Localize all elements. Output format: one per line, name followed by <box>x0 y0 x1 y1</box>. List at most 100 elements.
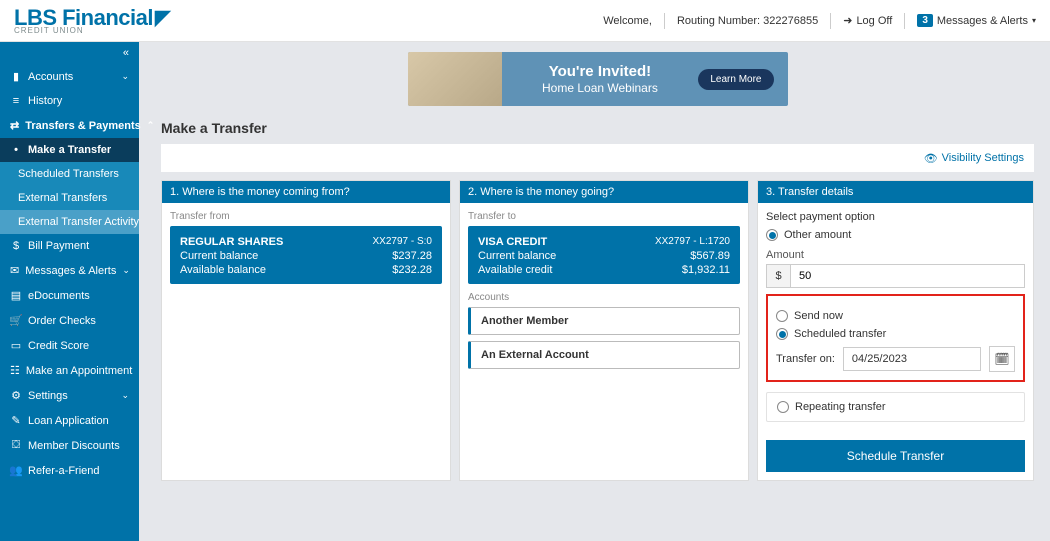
panel-header: 1. Where is the money coming from? <box>162 181 450 203</box>
payment-option-label: Select payment option <box>766 211 1025 223</box>
routing-number: Routing Number: 322276855 <box>677 15 818 27</box>
currency-prefix: $ <box>767 265 791 287</box>
accounts-section-label: Accounts <box>468 292 740 303</box>
toolbar: 👁Visibility Settings <box>161 144 1034 172</box>
current-balance-label: Current balance <box>180 250 258 262</box>
sidebar-item-order-checks[interactable]: 🛒Order Checks <box>0 308 139 333</box>
calendar-icon: 🗓 <box>994 352 1009 366</box>
sidebar-item-external-transfers[interactable]: External Transfers <box>0 186 139 210</box>
current-balance-label: Current balance <box>478 250 556 262</box>
promo-title: You're Invited! <box>502 63 699 81</box>
chevron-down-icon: ⌄ <box>121 390 129 401</box>
transfer-from-panel: 1. Where is the money coming from? Trans… <box>161 180 451 481</box>
card-icon: ▭ <box>10 339 22 352</box>
from-account-name: REGULAR SHARES <box>180 236 283 248</box>
to-account-card[interactable]: VISA CREDIT XX2797 - L:1720 Current balan… <box>468 226 740 284</box>
other-amount-radio[interactable]: Other amount <box>766 229 1025 241</box>
cart-icon: 🛒 <box>10 314 22 327</box>
sidebar-item-scheduled-transfers[interactable]: Scheduled Transfers <box>0 162 139 186</box>
transfer-to-label: Transfer to <box>468 211 740 226</box>
sidebar: « ▮Accounts⌄ ≡History ⇄Transfers & Payme… <box>0 42 139 541</box>
repeating-transfer-row[interactable]: Repeating transfer <box>766 392 1025 422</box>
current-balance-value: $237.28 <box>392 250 432 262</box>
logout-icon: ➜ <box>843 14 852 27</box>
radio-icon <box>766 229 778 241</box>
messages-alerts-link[interactable]: 3 Messages & Alerts ▾ <box>917 14 1036 27</box>
promo-image <box>408 52 502 106</box>
sidebar-item-bill-payment[interactable]: $Bill Payment <box>0 234 139 258</box>
transfer-icon: ⇄ <box>10 119 19 132</box>
from-account-id: XX2797 - S:0 <box>373 236 432 248</box>
chevron-down-icon: ▾ <box>1032 16 1036 25</box>
topbar: LBS Financial◤ CREDIT UNION Welcome, Rou… <box>0 0 1050 42</box>
bars-icon: ▮ <box>10 70 22 83</box>
to-account-name: VISA CREDIT <box>478 236 547 248</box>
sidebar-item-discounts[interactable]: ⛋Member Discounts <box>0 433 139 458</box>
scheduled-transfer-radio[interactable]: Scheduled transfer <box>776 328 1015 340</box>
sidebar-item-refer[interactable]: 👥Refer-a-Friend <box>0 458 139 483</box>
doc-icon: ▤ <box>10 289 22 302</box>
promo-learn-more-button[interactable]: Learn More <box>698 69 773 90</box>
sidebar-item-messages[interactable]: ✉Messages & Alerts⌄ <box>0 258 139 283</box>
transfer-to-panel: 2. Where is the money going? Transfer to… <box>459 180 749 481</box>
radio-icon <box>777 401 789 413</box>
sidebar-item-history[interactable]: ≡History <box>0 89 139 113</box>
panel-header: 2. Where is the money going? <box>460 181 748 203</box>
from-account-card[interactable]: REGULAR SHARES XX2797 - S:0 Current balan… <box>170 226 442 284</box>
brand-sub: CREDIT UNION <box>14 27 170 35</box>
transfer-from-label: Transfer from <box>170 211 442 226</box>
available-credit-value: $1,932.11 <box>682 264 730 276</box>
visibility-settings-link[interactable]: 👁Visibility Settings <box>924 152 1024 165</box>
promo-banner[interactable]: You're Invited! Home Loan Webinars Learn… <box>408 52 788 106</box>
separator <box>830 13 831 29</box>
friend-icon: 👥 <box>10 464 22 477</box>
amount-input[interactable] <box>791 265 1024 287</box>
another-member-option[interactable]: Another Member <box>468 307 740 335</box>
sidebar-item-accounts[interactable]: ▮Accounts⌄ <box>0 64 139 89</box>
amount-input-group: $ <box>766 264 1025 288</box>
welcome-text: Welcome, <box>603 15 652 27</box>
transfer-date-input[interactable]: 04/25/2023 <box>843 347 981 371</box>
logoff-link[interactable]: ➜Log Off <box>843 14 892 27</box>
alerts-badge: 3 <box>917 14 933 27</box>
amount-label: Amount <box>766 249 1025 261</box>
sidebar-item-settings[interactable]: ⚙Settings⌄ <box>0 383 139 408</box>
eye-icon: 👁 <box>924 152 938 165</box>
gear-icon: ⚙ <box>10 389 22 402</box>
sidebar-item-appointment[interactable]: ☷Make an Appointment <box>0 358 139 383</box>
bullet-icon: • <box>10 144 22 156</box>
external-account-option[interactable]: An External Account <box>468 341 740 369</box>
available-balance-value: $232.28 <box>392 264 432 276</box>
schedule-transfer-button[interactable]: Schedule Transfer <box>766 440 1025 472</box>
separator <box>664 13 665 29</box>
mail-icon: ✉ <box>10 264 19 277</box>
radio-icon <box>776 310 788 322</box>
sidebar-collapse[interactable]: « <box>0 42 139 64</box>
main-content: You're Invited! Home Loan Webinars Learn… <box>139 42 1050 541</box>
panel-header: 3. Transfer details <box>758 181 1033 203</box>
chevron-down-icon: ⌄ <box>122 265 130 276</box>
sidebar-item-loan-app[interactable]: ✎Loan Application <box>0 408 139 433</box>
tag-icon: ⛋ <box>10 439 22 452</box>
brand-glyph-icon: ◤ <box>155 8 170 28</box>
available-balance-label: Available balance <box>180 264 266 276</box>
sidebar-item-edocuments[interactable]: ▤eDocuments <box>0 283 139 308</box>
calendar-icon: ☷ <box>10 364 20 377</box>
dollar-icon: $ <box>10 240 22 252</box>
calendar-button[interactable]: 🗓 <box>989 346 1015 372</box>
separator <box>904 13 905 29</box>
sidebar-item-external-activity[interactable]: External Transfer Activity <box>0 210 139 234</box>
logo[interactable]: LBS Financial◤ CREDIT UNION <box>14 7 170 35</box>
promo-subtitle: Home Loan Webinars <box>502 81 699 95</box>
to-account-id: XX2797 - L:1720 <box>655 236 730 248</box>
page-title: Make a Transfer <box>161 120 1034 136</box>
sidebar-item-make-transfer[interactable]: •Make a Transfer <box>0 138 139 162</box>
send-now-radio[interactable]: Send now <box>776 310 1015 322</box>
chevron-left-icon: « <box>123 47 129 59</box>
schedule-highlight-box: Send now Scheduled transfer Transfer on:… <box>766 294 1025 382</box>
sidebar-item-credit-score[interactable]: ▭Credit Score <box>0 333 139 358</box>
transfer-details-panel: 3. Transfer details Select payment optio… <box>757 180 1034 481</box>
sidebar-item-transfers[interactable]: ⇄Transfers & Payments⌃ <box>0 113 139 138</box>
edit-icon: ✎ <box>10 414 22 427</box>
radio-icon <box>776 328 788 340</box>
